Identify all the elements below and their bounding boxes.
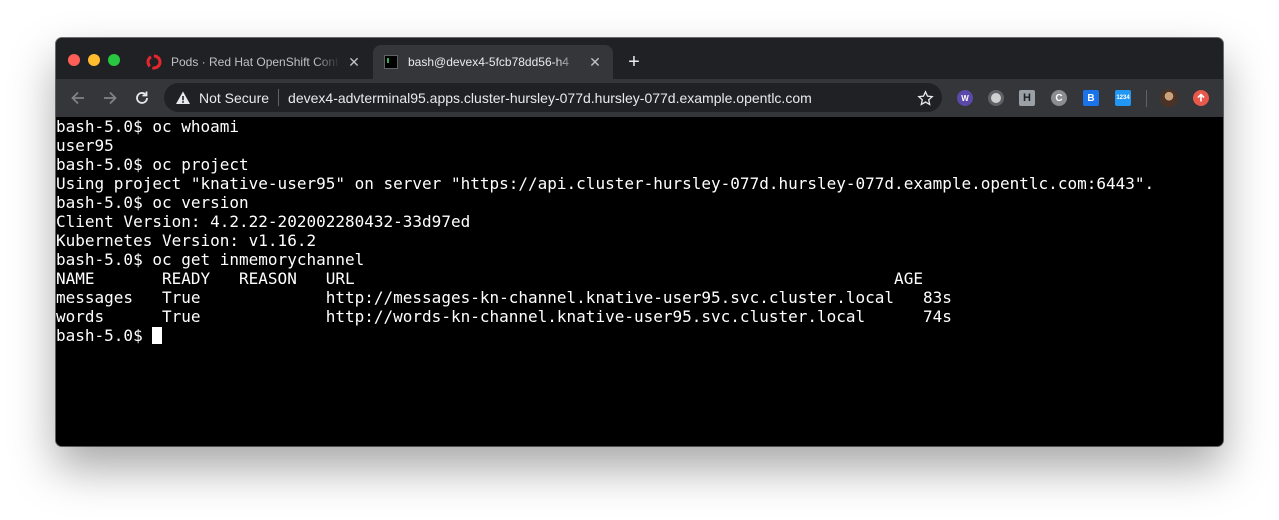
extension-c-icon[interactable]: C bbox=[1051, 90, 1067, 106]
terminal-line: user95 bbox=[56, 136, 114, 155]
extension-h-icon[interactable]: H bbox=[1019, 90, 1035, 106]
forward-button[interactable] bbox=[100, 88, 120, 108]
terminal-line: NAME READY REASON URL AGE bbox=[56, 269, 923, 288]
bookmark-star-icon[interactable] bbox=[916, 89, 934, 107]
browser-window: Pods · Red Hat OpenShift Cont ✕ bash@dev… bbox=[56, 38, 1223, 446]
terminal-prompt: bash-5.0$ bbox=[56, 326, 153, 345]
new-tab-button[interactable]: + bbox=[624, 52, 644, 72]
terminal-line: bash-5.0$ oc project bbox=[56, 155, 249, 174]
back-arrow-icon bbox=[71, 91, 84, 105]
zoom-window-button[interactable] bbox=[108, 54, 120, 66]
terminal-line: messages True http://messages-kn-channel… bbox=[56, 288, 952, 307]
security-label[interactable]: Not Secure bbox=[199, 90, 269, 106]
close-window-button[interactable] bbox=[68, 54, 80, 66]
terminal-line: words True http://words-kn-channel.knati… bbox=[56, 307, 952, 326]
extension-b-icon[interactable]: B bbox=[1083, 90, 1099, 106]
terminal-line: Kubernetes Version: v1.16.2 bbox=[56, 231, 317, 250]
window-controls bbox=[68, 54, 120, 66]
wappalyzer-icon[interactable]: W bbox=[957, 90, 973, 106]
terminal-screen[interactable]: bash-5.0$ oc whoami user95 bash-5.0$ oc … bbox=[56, 117, 1223, 446]
back-button[interactable] bbox=[68, 88, 88, 108]
tab-title: Pods · Red Hat OpenShift Cont bbox=[171, 55, 339, 69]
omnibox-divider bbox=[278, 89, 280, 106]
record-icon[interactable] bbox=[988, 90, 1004, 106]
profile-avatar[interactable] bbox=[1160, 89, 1178, 107]
url-text[interactable]: devex4-advterminal95.apps.cluster-hursle… bbox=[288, 90, 812, 106]
address-bar[interactable]: Not Secure devex4-advterminal95.apps.clu… bbox=[164, 83, 942, 112]
terminal-cursor[interactable] bbox=[152, 327, 163, 344]
terminal-output: bash-5.0$ oc whoami user95 bash-5.0$ oc … bbox=[56, 117, 1154, 345]
terminal-line: Client Version: 4.2.22-202002280432-33d9… bbox=[56, 212, 471, 231]
reload-icon bbox=[136, 91, 148, 104]
extensions-divider bbox=[1146, 90, 1147, 107]
openshift-icon bbox=[146, 54, 162, 70]
terminal-line: bash-5.0$ oc get inmemorychannel bbox=[56, 250, 365, 269]
close-tab-icon[interactable]: ✕ bbox=[587, 54, 603, 70]
update-icon[interactable] bbox=[1193, 90, 1209, 106]
tab-bash-terminal[interactable]: bash@devex4-5fcb78dd56-h4 ✕ bbox=[373, 45, 613, 79]
tab-title: bash@devex4-5fcb78dd56-h4 bbox=[408, 55, 569, 69]
close-tab-icon[interactable]: ✕ bbox=[346, 54, 362, 70]
terminal-icon bbox=[383, 54, 399, 70]
minimize-window-button[interactable] bbox=[88, 54, 100, 66]
browser-toolbar: Not Secure devex4-advterminal95.apps.clu… bbox=[56, 79, 1223, 117]
extension-blue-icon[interactable]: 1234 bbox=[1115, 90, 1131, 106]
reload-button[interactable] bbox=[132, 88, 152, 108]
tab-openshift-pods[interactable]: Pods · Red Hat OpenShift Cont ✕ bbox=[136, 45, 372, 79]
terminal-line: bash-5.0$ oc whoami bbox=[56, 117, 240, 136]
warning-icon[interactable] bbox=[175, 90, 191, 106]
tab-strip: Pods · Red Hat OpenShift Cont ✕ bash@dev… bbox=[56, 38, 1223, 79]
terminal-line: Using project "knative-user95" on server… bbox=[56, 174, 1155, 193]
terminal-line: bash-5.0$ oc version bbox=[56, 193, 249, 212]
forward-arrow-icon bbox=[104, 91, 117, 105]
